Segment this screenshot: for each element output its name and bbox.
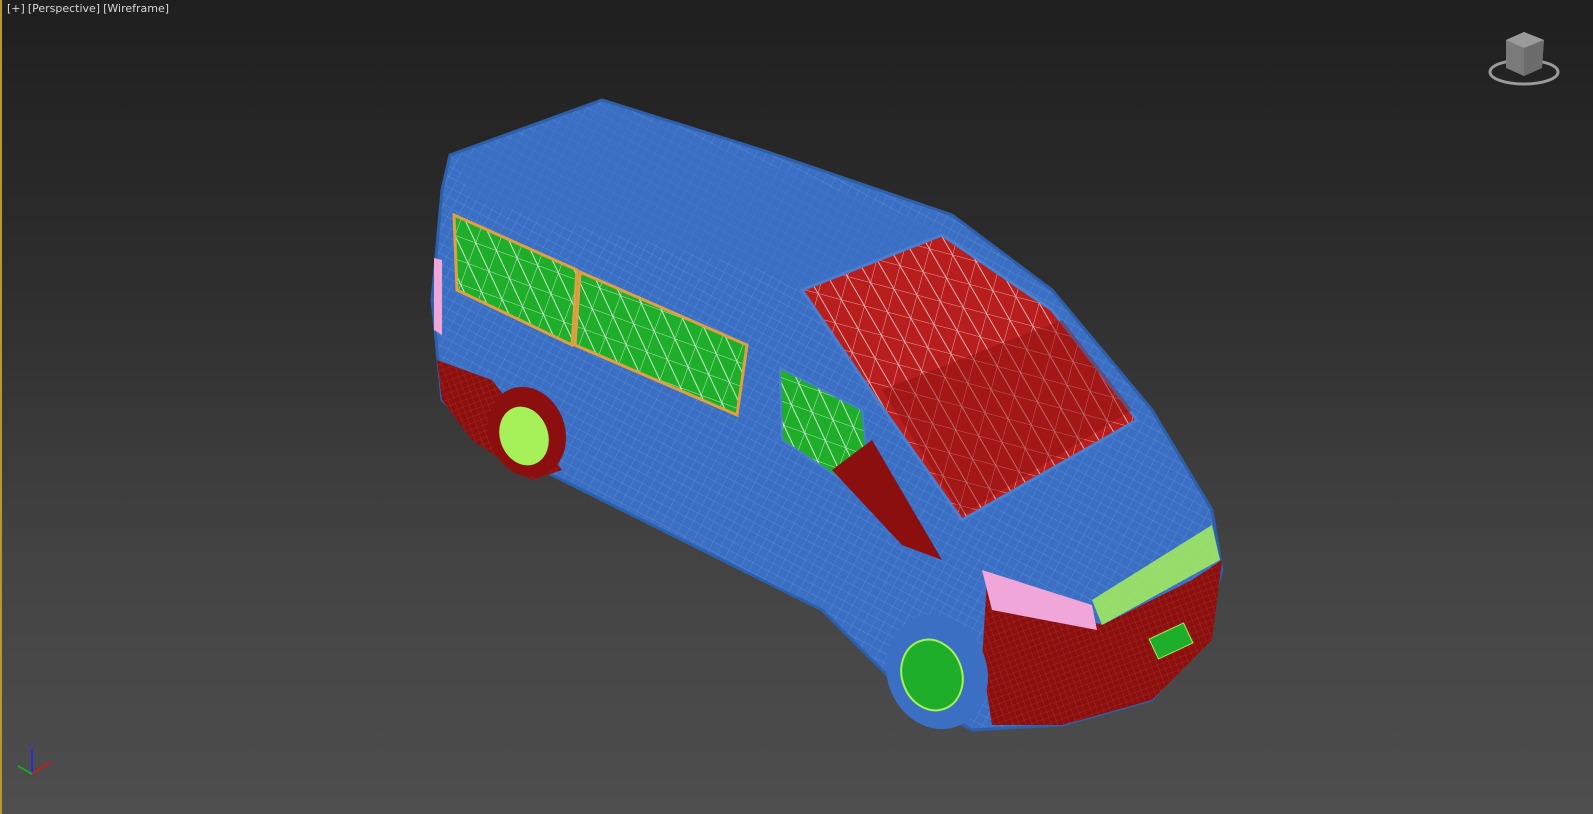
viewcube-icon[interactable] bbox=[1486, 28, 1562, 90]
shading-mode-button[interactable]: [Wireframe] bbox=[103, 2, 169, 15]
axis-tripod-icon: z bbox=[17, 742, 51, 775]
viewport-label-bar: [+] [Perspective] [Wireframe] bbox=[7, 2, 172, 15]
viewport-menu-button[interactable]: [+] bbox=[7, 2, 25, 15]
view-type-button[interactable]: [Perspective] bbox=[28, 2, 100, 15]
rear-light bbox=[434, 258, 442, 335]
perspective-viewport[interactable]: [+] [Perspective] [Wireframe] z bbox=[0, 0, 1593, 814]
z-axis-label: z bbox=[29, 742, 33, 751]
van-wireframe-model[interactable] bbox=[2, 0, 1593, 814]
